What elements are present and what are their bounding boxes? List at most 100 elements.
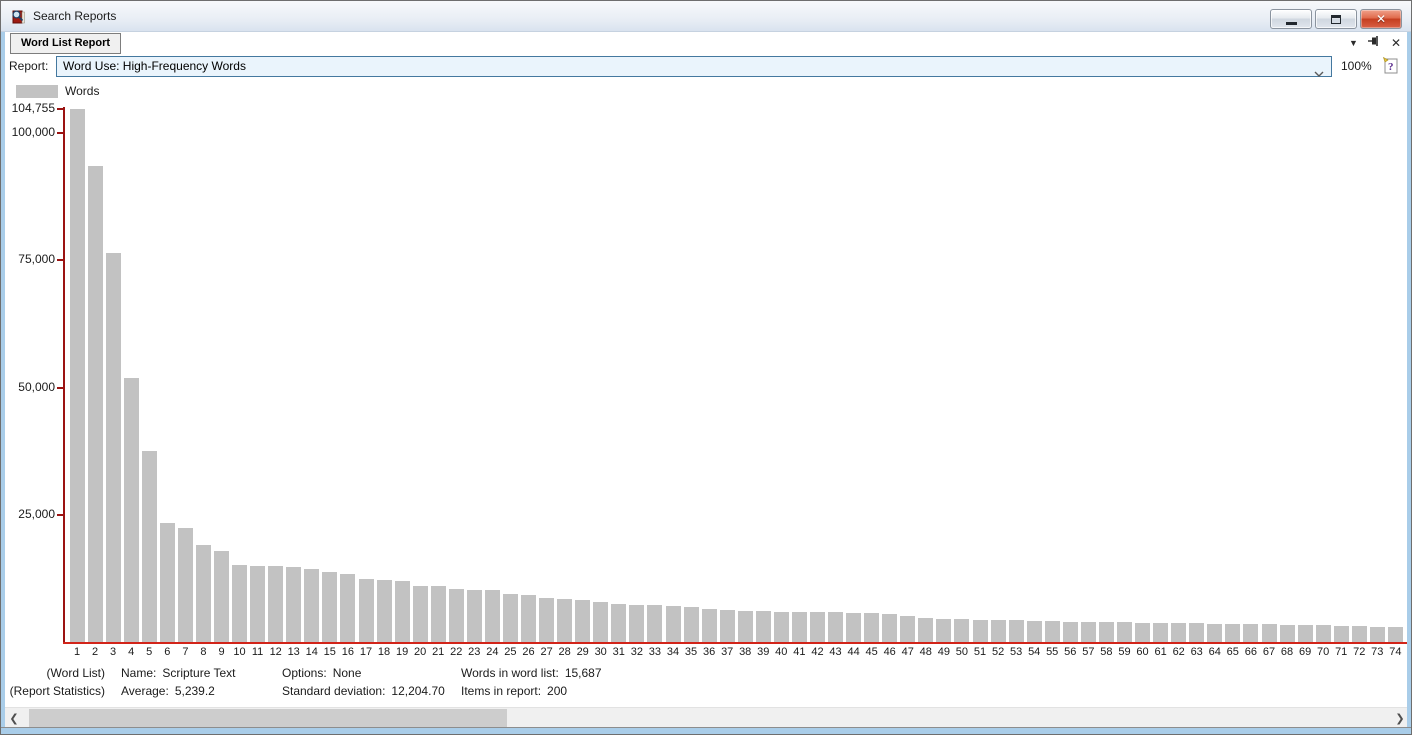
bar bbox=[1063, 622, 1078, 642]
bar bbox=[1388, 627, 1403, 642]
x-axis-label: 66 bbox=[1242, 646, 1260, 658]
bar bbox=[900, 616, 915, 642]
titlebar[interactable]: Search Reports ✕ bbox=[1, 1, 1411, 32]
x-axis-label: 35 bbox=[682, 646, 700, 658]
y-axis-line bbox=[63, 107, 65, 643]
bar bbox=[720, 610, 735, 642]
window-border-left bbox=[1, 32, 5, 735]
x-axis-label: 27 bbox=[538, 646, 556, 658]
bar bbox=[1334, 626, 1349, 642]
bar bbox=[864, 613, 879, 642]
x-axis-label: 51 bbox=[971, 646, 989, 658]
x-axis-label: 64 bbox=[1206, 646, 1224, 658]
y-axis-tick bbox=[57, 387, 63, 389]
report-statistics-row: (Word List)Name:Scripture TextOptions:No… bbox=[5, 666, 1409, 681]
close-button[interactable]: ✕ bbox=[1360, 9, 1402, 29]
x-axis-label: 50 bbox=[953, 646, 971, 658]
bar bbox=[954, 619, 969, 642]
bar bbox=[557, 599, 572, 642]
tab-strip: Word List Report ▼ ✕ bbox=[1, 32, 1411, 54]
bar bbox=[250, 566, 265, 642]
window-border-right bbox=[1407, 32, 1411, 735]
bar bbox=[214, 551, 229, 642]
bar bbox=[1225, 624, 1240, 642]
report-combobox-value: Word Use: High-Frequency Words bbox=[63, 59, 246, 73]
stat-item: Average:5,239.2 bbox=[121, 684, 215, 698]
maximize-button[interactable] bbox=[1315, 9, 1357, 29]
x-axis-label: 30 bbox=[592, 646, 610, 658]
tab-word-list-report[interactable]: Word List Report bbox=[10, 33, 121, 54]
bar bbox=[1370, 627, 1385, 642]
zoom-level[interactable]: 100% bbox=[1341, 59, 1375, 73]
x-axis-label: 1 bbox=[68, 646, 86, 658]
bar bbox=[322, 572, 337, 642]
bar bbox=[1189, 623, 1204, 642]
minimize-button[interactable] bbox=[1270, 9, 1312, 29]
bar bbox=[647, 605, 662, 642]
bar bbox=[1243, 624, 1258, 642]
x-axis-label: 46 bbox=[881, 646, 899, 658]
stat-item: Name:Scripture Text bbox=[121, 666, 236, 680]
bar bbox=[304, 569, 319, 642]
close-report-icon[interactable]: ✕ bbox=[1391, 37, 1401, 49]
x-axis-label: 58 bbox=[1097, 646, 1115, 658]
x-axis-label: 7 bbox=[176, 646, 194, 658]
stat-item: Options:None bbox=[282, 666, 361, 680]
bar bbox=[431, 586, 446, 642]
tab-list-dropdown-icon[interactable]: ▼ bbox=[1349, 39, 1358, 48]
pin-icon[interactable] bbox=[1368, 35, 1381, 51]
x-axis-label: 65 bbox=[1224, 646, 1242, 658]
x-axis-label: 19 bbox=[393, 646, 411, 658]
bar bbox=[485, 590, 500, 642]
x-axis-label: 14 bbox=[303, 646, 321, 658]
report-statistics-row: (Report Statistics)Average:5,239.2Standa… bbox=[5, 684, 1409, 699]
x-axis-label: 17 bbox=[357, 646, 375, 658]
bar bbox=[1045, 621, 1060, 642]
close-icon: ✕ bbox=[1376, 13, 1386, 25]
bar bbox=[792, 612, 807, 642]
bar bbox=[1027, 621, 1042, 642]
window-border-bottom bbox=[1, 727, 1411, 735]
bar bbox=[882, 614, 897, 642]
maximize-icon bbox=[1331, 15, 1341, 24]
x-axis-label: 23 bbox=[465, 646, 483, 658]
report-combobox[interactable]: Word Use: High-Frequency Words bbox=[56, 56, 1332, 77]
x-axis-label: 67 bbox=[1260, 646, 1278, 658]
x-axis-label: 48 bbox=[917, 646, 935, 658]
x-axis-label: 40 bbox=[772, 646, 790, 658]
bar bbox=[1316, 625, 1331, 642]
x-axis-label: 38 bbox=[736, 646, 754, 658]
window-title: Search Reports bbox=[33, 9, 116, 23]
x-axis-label: 32 bbox=[628, 646, 646, 658]
x-axis-label: 25 bbox=[501, 646, 519, 658]
x-axis-label: 20 bbox=[411, 646, 429, 658]
help-button[interactable]: ? bbox=[1382, 56, 1399, 75]
bar bbox=[1081, 622, 1096, 642]
bar bbox=[575, 600, 590, 642]
x-axis-label: 5 bbox=[140, 646, 158, 658]
x-axis-label: 10 bbox=[231, 646, 249, 658]
search-reports-window: Search Reports ✕ Word List Report ▼ ✕ Re… bbox=[0, 0, 1412, 735]
bar bbox=[1009, 620, 1024, 642]
legend-swatch bbox=[16, 85, 58, 98]
y-axis-tick-label: 75,000 bbox=[3, 252, 55, 266]
scrollbar-thumb[interactable] bbox=[29, 709, 507, 727]
bar bbox=[973, 620, 988, 642]
bar bbox=[1117, 622, 1132, 642]
bar bbox=[1207, 624, 1222, 642]
x-axis-label: 70 bbox=[1314, 646, 1332, 658]
x-axis-label: 69 bbox=[1296, 646, 1314, 658]
y-axis-tick-label: 104,755 bbox=[3, 101, 55, 115]
x-axis-label: 24 bbox=[483, 646, 501, 658]
report-toolbar: Report: Word Use: High-Frequency Words 1… bbox=[1, 54, 1411, 80]
x-axis-label: 33 bbox=[646, 646, 664, 658]
bar bbox=[395, 581, 410, 642]
horizontal-scrollbar[interactable]: ❮ ❯ bbox=[5, 707, 1409, 727]
bar bbox=[846, 613, 861, 642]
y-axis-tick bbox=[57, 108, 63, 110]
y-axis-tick-label: 50,000 bbox=[3, 380, 55, 394]
scroll-left-button[interactable]: ❮ bbox=[5, 708, 23, 728]
x-axis-label: 8 bbox=[194, 646, 212, 658]
x-axis-label: 59 bbox=[1116, 646, 1134, 658]
bar bbox=[340, 574, 355, 642]
